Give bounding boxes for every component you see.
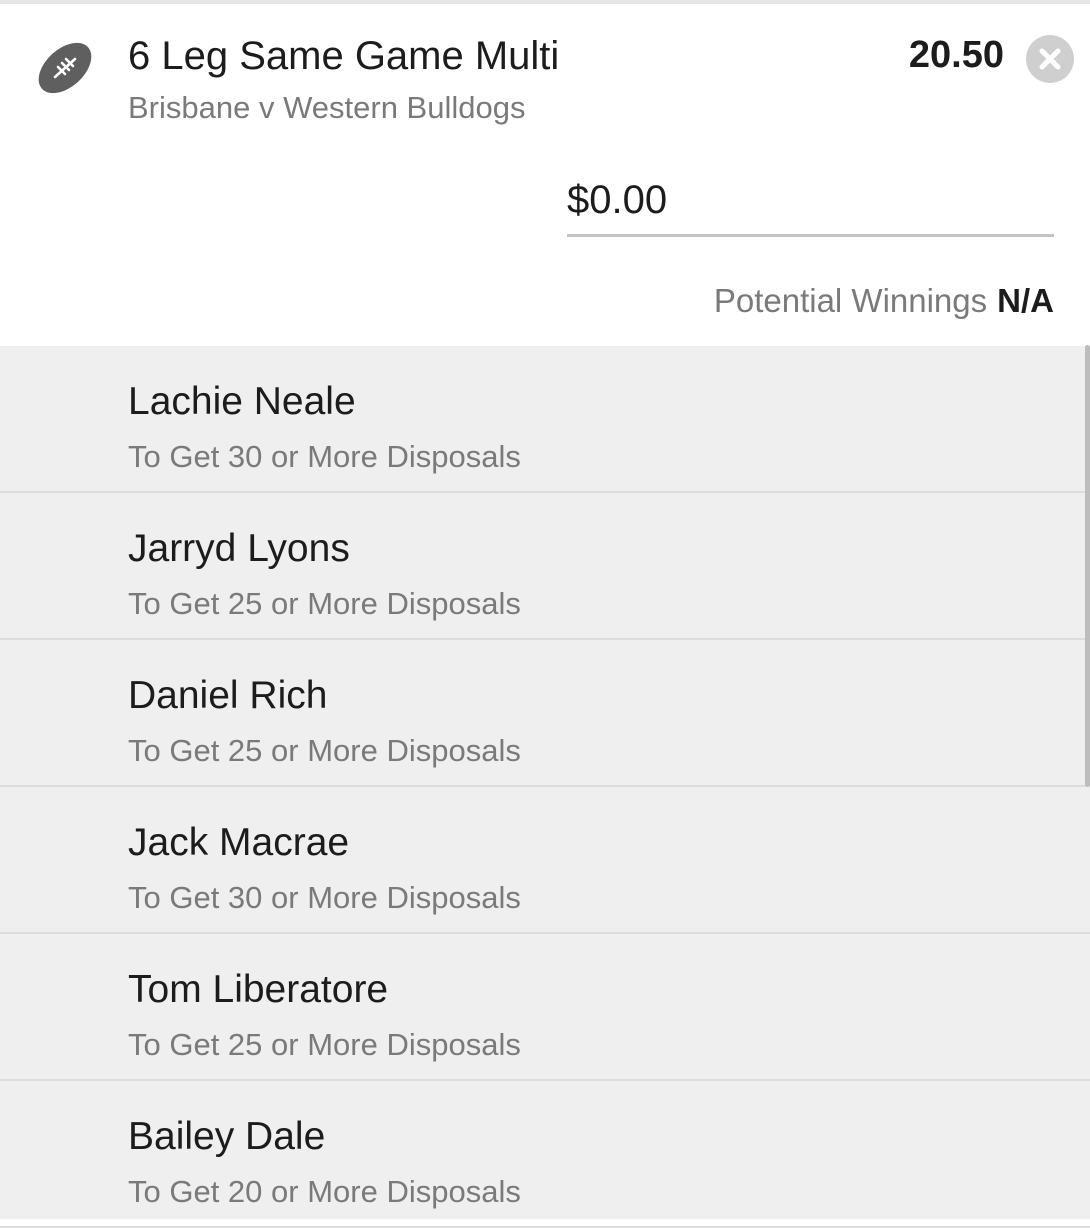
leg-player-name: Lachie Neale	[128, 380, 356, 423]
potential-winnings: Potential Winnings N/A	[714, 282, 1054, 320]
leg-item: Lachie Neale To Get 30 or More Disposals	[0, 346, 1090, 493]
leg-market: To Get 30 or More Disposals	[128, 880, 521, 915]
leg-item: Bailey Dale To Get 20 or More Disposals	[0, 1081, 1090, 1228]
leg-item: Jack Macrae To Get 30 or More Disposals	[0, 787, 1090, 934]
leg-market: To Get 25 or More Disposals	[128, 733, 521, 768]
football-icon	[36, 38, 94, 98]
leg-item: Tom Liberatore To Get 25 or More Disposa…	[0, 934, 1090, 1081]
bet-odds: 20.50	[908, 34, 1004, 76]
stake-input[interactable]	[567, 169, 1054, 231]
potential-winnings-label: Potential Winnings	[713, 282, 988, 319]
leg-player-name: Tom Liberatore	[128, 968, 389, 1011]
bet-title: 6 Leg Same Game Multi	[128, 34, 560, 78]
potential-winnings-value: N/A	[997, 282, 1054, 319]
leg-player-name: Bailey Dale	[128, 1115, 326, 1158]
leg-player-name: Daniel Rich	[128, 674, 328, 717]
leg-market: To Get 30 or More Disposals	[128, 439, 521, 474]
scrollbar[interactable]	[1085, 345, 1090, 787]
leg-market: To Get 25 or More Disposals	[128, 586, 521, 621]
remove-bet-button[interactable]	[1026, 35, 1074, 83]
leg-player-name: Jarryd Lyons	[128, 527, 350, 570]
multi-legs-list: Lachie Neale To Get 30 or More Disposals…	[0, 346, 1090, 1228]
match-name: Brisbane v Western Bulldogs	[128, 90, 526, 125]
close-icon	[1039, 48, 1061, 70]
leg-player-name: Jack Macrae	[128, 821, 350, 864]
leg-market: To Get 20 or More Disposals	[128, 1174, 521, 1209]
leg-item: Jarryd Lyons To Get 25 or More Disposals	[0, 493, 1090, 640]
leg-market: To Get 25 or More Disposals	[128, 1027, 521, 1062]
bet-slip-header: 6 Leg Same Game Multi Brisbane v Western…	[0, 4, 1090, 346]
leg-item: Daniel Rich To Get 25 or More Disposals	[0, 640, 1090, 787]
stake-field	[567, 169, 1054, 237]
